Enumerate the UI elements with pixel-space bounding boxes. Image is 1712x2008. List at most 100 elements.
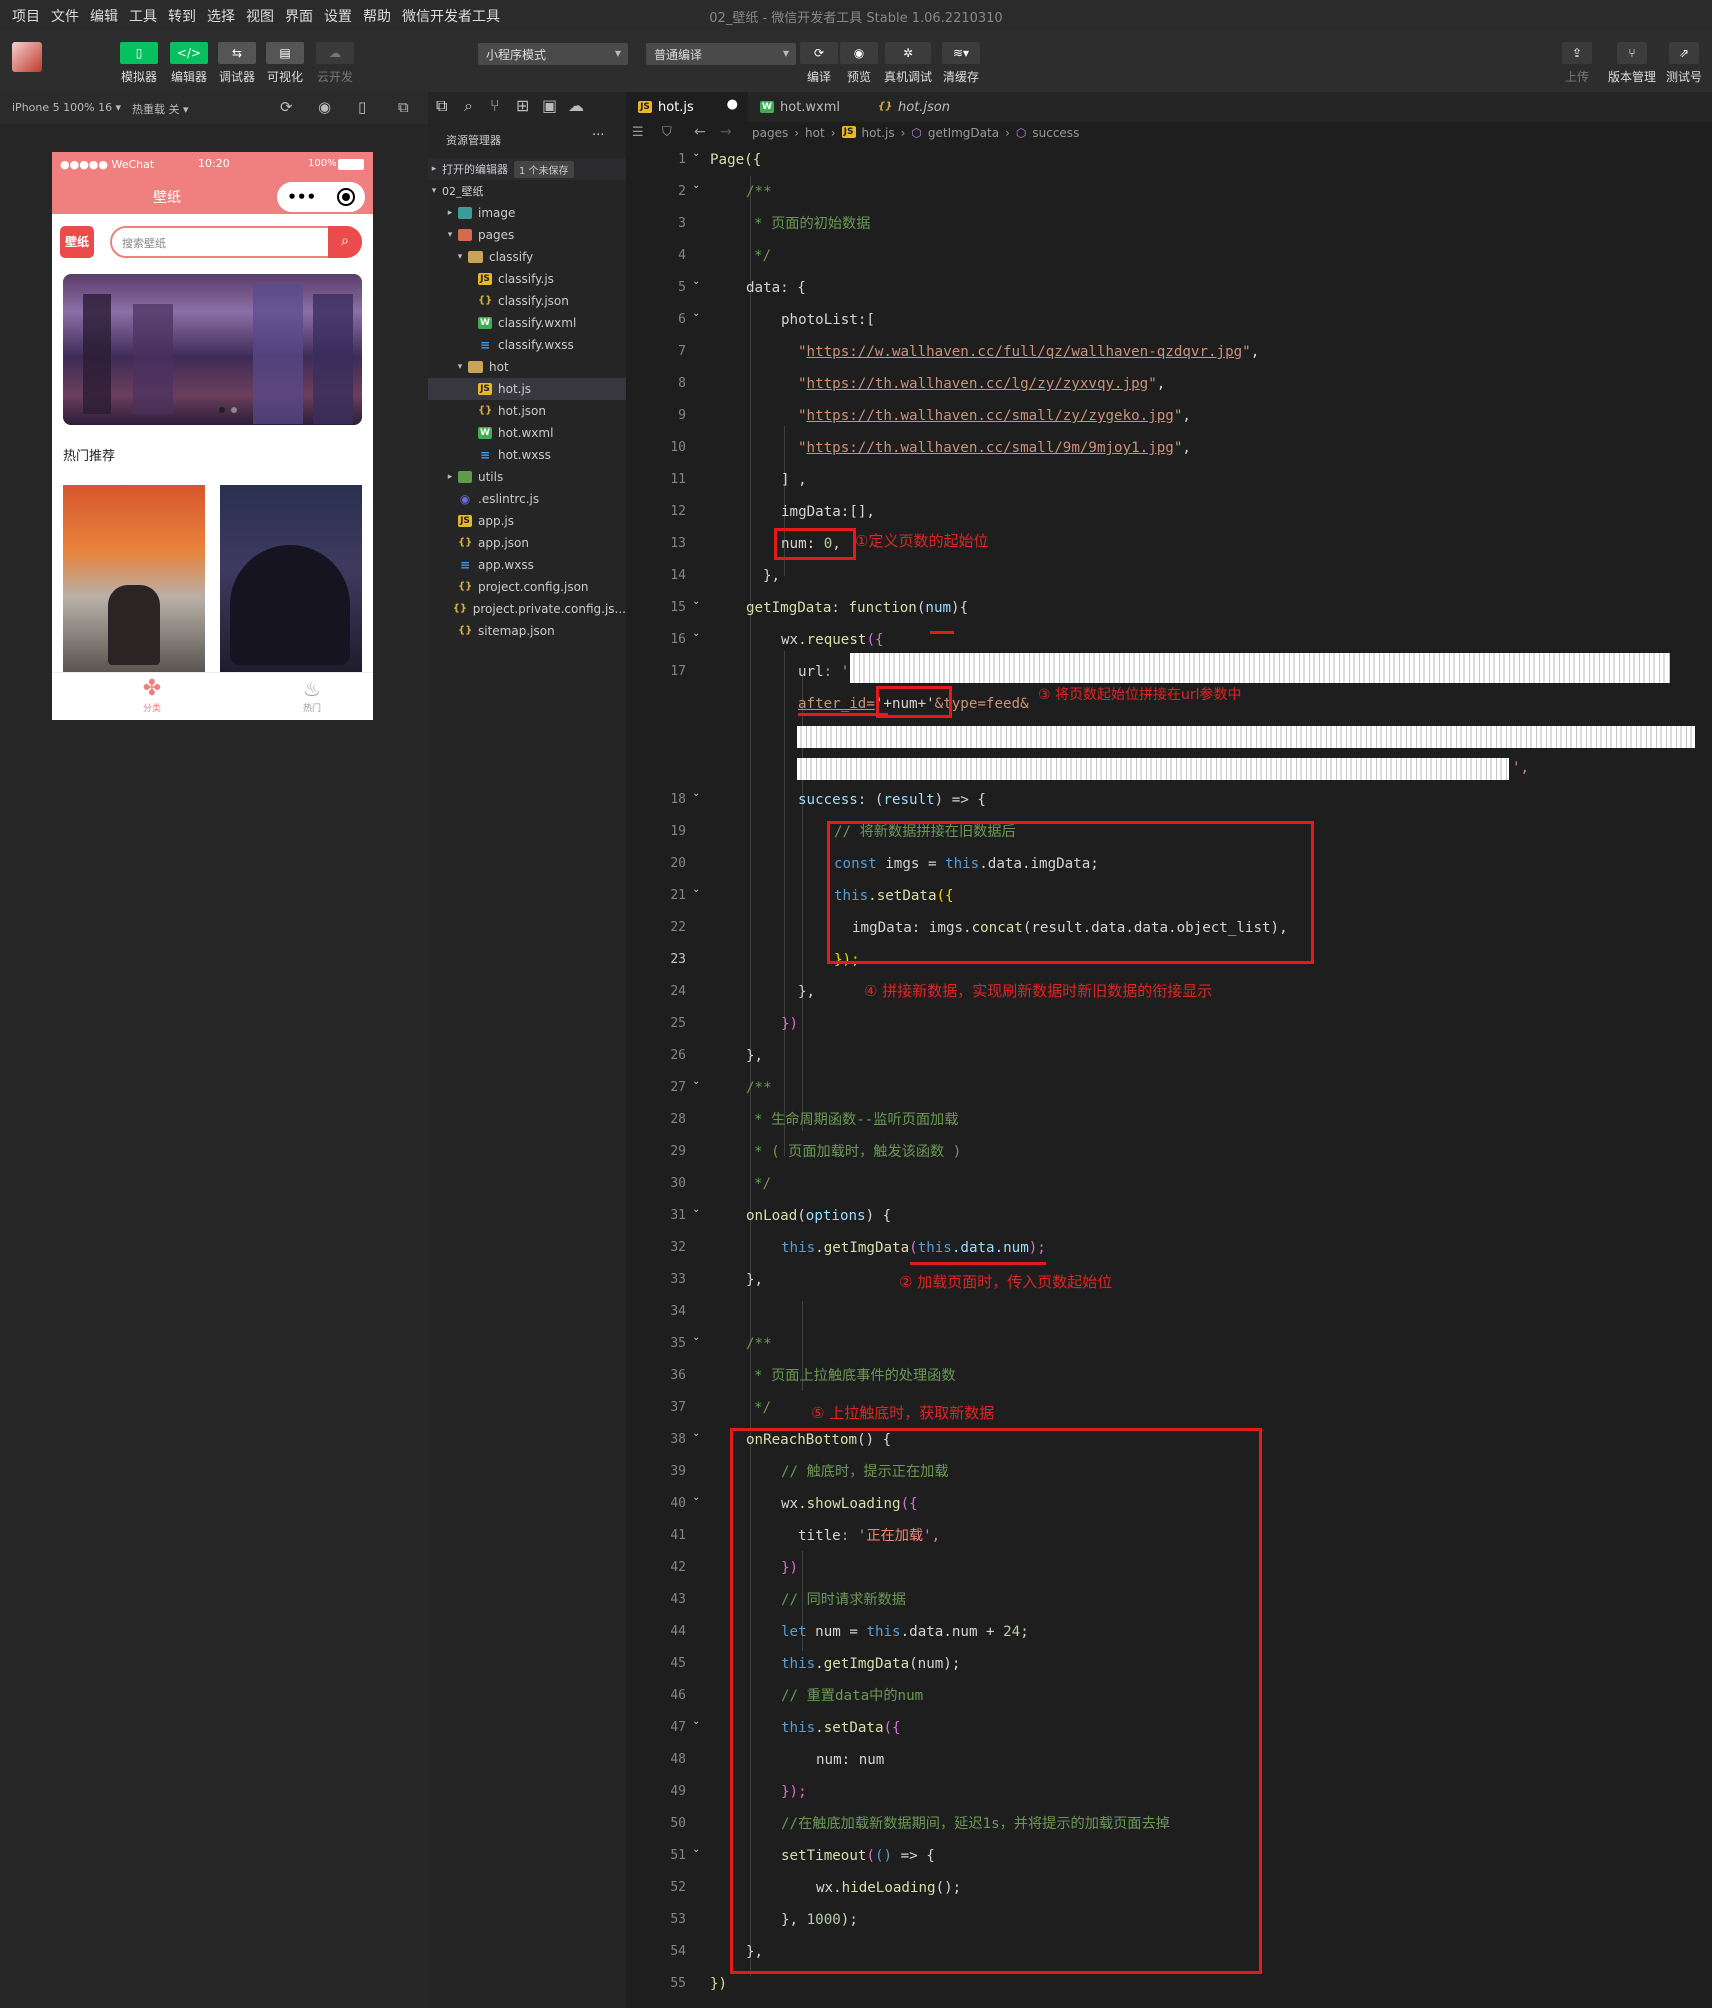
list-icon[interactable]: ☰ xyxy=(632,125,644,140)
popout-icon[interactable]: ⧉ xyxy=(398,98,409,116)
tab-hot-json[interactable]: {} hot.json xyxy=(866,92,984,122)
tab-classify[interactable]: ✤ 分类 xyxy=(112,677,192,715)
tree-item[interactable]: ◉ .eslintrc.js xyxy=(428,488,626,510)
mode-select[interactable]: 小程序模式 xyxy=(478,43,628,65)
breadcrumb-item[interactable]: hot.js xyxy=(862,126,895,140)
tree-item[interactable]: ▸ image xyxy=(428,202,626,224)
clear-cache-button[interactable]: ≋▾ 清缓存 xyxy=(942,42,980,85)
tree-item[interactable]: JS hot.js xyxy=(428,378,626,400)
unsaved-dot[interactable]: ● xyxy=(727,97,738,112)
upload-button[interactable]: ⇪ 上传 xyxy=(1562,42,1592,85)
tree-item[interactable]: ▾ pages xyxy=(428,224,626,246)
search-icon[interactable]: ⌕ xyxy=(464,96,473,116)
code-url[interactable]: https://th.wallhaven.cc/small/zy/zygeko.… xyxy=(807,408,1174,424)
more-dots-icon[interactable]: ••• xyxy=(287,188,316,206)
editor-button[interactable]: </> 编辑器 xyxy=(170,42,208,85)
tree-item[interactable]: {} app.json xyxy=(428,532,626,554)
fold-chevron-icon[interactable]: ⌄ xyxy=(692,1332,700,1343)
tree-item[interactable]: ≡ app.wxss xyxy=(428,554,626,576)
tree-item[interactable]: JS classify.js xyxy=(428,268,626,290)
explorer-more-button[interactable]: ··· xyxy=(592,128,604,143)
fold-chevron-icon[interactable]: ⌄ xyxy=(692,1204,700,1215)
device-icon[interactable]: ▯ xyxy=(358,98,366,116)
remote-debug-button[interactable]: ✲ 真机调试 xyxy=(884,42,932,85)
git-icon[interactable]: ⑂ xyxy=(490,96,500,115)
tab-hot-wxml[interactable]: W hot.wxml xyxy=(748,92,866,122)
js-file-icon: JS xyxy=(478,383,492,395)
avatar[interactable] xyxy=(12,42,42,72)
debugger-button[interactable]: ⇆ 调试器 xyxy=(218,42,256,85)
tree-item[interactable]: {} classify.json xyxy=(428,290,626,312)
files-icon[interactable]: ⧉ xyxy=(436,96,447,116)
tree-item[interactable]: {} sitemap.json xyxy=(428,620,626,642)
banner-swiper[interactable] xyxy=(63,274,362,425)
tab-hot[interactable]: ♨ 热门 xyxy=(272,677,352,714)
tab-hot-js[interactable]: JS hot.js ● xyxy=(626,92,748,122)
search-icon[interactable]: ⌕ xyxy=(328,226,362,258)
open-editors-header[interactable]: ▸ 打开的编辑器 1 个未保存 xyxy=(428,158,626,180)
debug-panel-icon[interactable]: ▣ xyxy=(542,96,557,115)
extensions-icon[interactable]: ⊞ xyxy=(516,96,529,115)
fold-chevron-icon[interactable]: ⌄ xyxy=(692,1428,700,1439)
hot-reload-toggle[interactable]: 热重载 关 ▾ xyxy=(132,101,189,117)
tree-item[interactable]: ≡ hot.wxss xyxy=(428,444,626,466)
breadcrumb-item[interactable]: pages xyxy=(752,126,788,140)
breadcrumb-item[interactable]: getImgData xyxy=(928,126,999,140)
search-box[interactable]: 搜索壁纸 ⌕ xyxy=(110,226,362,258)
record-icon[interactable]: ◉ xyxy=(318,98,331,116)
back-arrow-icon[interactable]: ← xyxy=(694,124,706,140)
tree-item[interactable]: {} hot.json xyxy=(428,400,626,422)
capsule-menu[interactable]: ••• xyxy=(277,182,365,212)
fold-chevron-icon[interactable]: ⌄ xyxy=(692,180,700,191)
tree-item[interactable]: Whot.wxml xyxy=(428,422,626,444)
close-target-icon[interactable] xyxy=(336,188,355,206)
fold-chevron-icon[interactable]: ⌄ xyxy=(692,596,700,607)
tab-bar: ✤ 分类 ♨ 热门 xyxy=(52,672,373,720)
version-button[interactable]: ⑂ 版本管理 xyxy=(1608,42,1656,85)
compile-button[interactable]: ⟳ 编译 xyxy=(800,42,838,85)
tree-item[interactable]: ▾ classify xyxy=(428,246,626,268)
code-url[interactable]: https://w.wallhaven.cc/full/qz/wallhaven… xyxy=(807,344,1243,360)
fold-chevron-icon[interactable]: ⌄ xyxy=(692,1844,700,1855)
test-account-button[interactable]: ⇗ 测试号 xyxy=(1666,42,1702,85)
fold-chevron-icon[interactable]: ⌄ xyxy=(692,1076,700,1087)
breadcrumb-item[interactable]: hot xyxy=(805,126,825,140)
wallpaper-card[interactable] xyxy=(220,485,362,673)
fold-chevron-icon[interactable]: ⌄ xyxy=(692,788,700,799)
simulator-button[interactable]: ▯ 模拟器 xyxy=(120,42,158,85)
forward-arrow-icon[interactable]: → xyxy=(720,124,732,140)
fold-chevron-icon[interactable]: ⌄ xyxy=(692,148,700,159)
cloud-button[interactable]: ☁ 云开发 xyxy=(316,42,354,85)
code-editor[interactable]: Page({ /** * 页面的初始数据 */ data: { photoLis… xyxy=(710,146,1712,2008)
fold-chevron-icon[interactable]: ⌄ xyxy=(692,628,700,639)
tree-item[interactable]: JS app.js xyxy=(428,510,626,532)
tree-item[interactable]: ▸ utils xyxy=(428,466,626,488)
fold-chevron-icon[interactable]: ⌄ xyxy=(692,1716,700,1727)
tree-item[interactable]: ▾ hot xyxy=(428,356,626,378)
compile-select[interactable]: 普通编译 xyxy=(646,43,796,65)
tree-item[interactable]: ≡ classify.wxss xyxy=(428,334,626,356)
rotate-icon[interactable]: ⟳ xyxy=(280,98,293,116)
visual-button[interactable]: ▤ 可视化 xyxy=(266,42,304,85)
bookmark-icon[interactable]: ⛉ xyxy=(662,125,672,140)
search-input[interactable]: 搜索壁纸 xyxy=(122,235,166,251)
code-url[interactable]: https://th.wallhaven.cc/small/9m/9mjoy1.… xyxy=(807,440,1174,456)
fold-chevron-icon[interactable]: ⌄ xyxy=(692,884,700,895)
project-header[interactable]: ▾ 02_壁纸 xyxy=(428,180,626,202)
fold-chevron-icon[interactable]: ⌄ xyxy=(692,308,700,319)
tree-item[interactable]: {} project.private.config.js... xyxy=(428,598,626,620)
device-select[interactable]: iPhone 5 100% 16 ▾ xyxy=(12,101,121,114)
code-comment: /** xyxy=(746,184,772,200)
fold-chevron-icon[interactable]: ⌄ xyxy=(692,1492,700,1503)
tree-item[interactable]: {} project.config.json xyxy=(428,576,626,598)
line-number: 44 xyxy=(670,1624,686,1639)
cloud-panel-icon[interactable]: ☁ xyxy=(568,96,584,115)
line-number: 2 xyxy=(678,184,686,199)
preview-button[interactable]: ◉ 预览 xyxy=(840,42,878,85)
wallpaper-card[interactable] xyxy=(63,485,205,673)
tree-item[interactable]: Wclassify.wxml xyxy=(428,312,626,334)
breadcrumb-item[interactable]: success xyxy=(1032,126,1079,140)
code-token: : { xyxy=(780,280,806,296)
fold-chevron-icon[interactable]: ⌄ xyxy=(692,276,700,287)
code-url[interactable]: https://th.wallhaven.cc/lg/zy/zyxvqy.jpg xyxy=(807,376,1149,392)
